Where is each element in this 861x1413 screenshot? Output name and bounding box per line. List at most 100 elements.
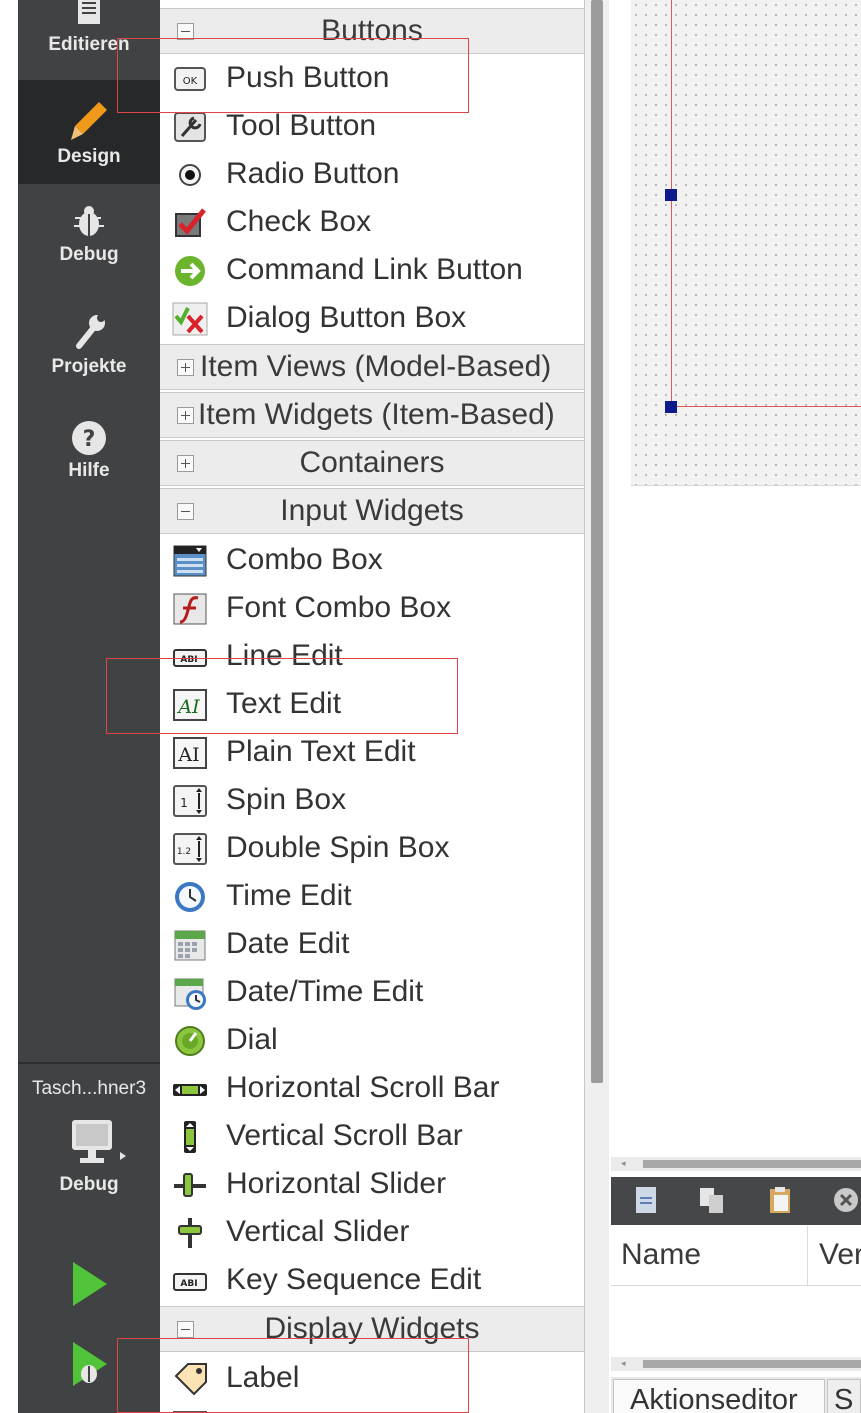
widget-item-date-edit[interactable]: Date Edit — [160, 920, 584, 968]
widget-item-spin-box[interactable]: 1 Spin Box — [160, 776, 584, 824]
action-table-header: Name Ver — [611, 1226, 861, 1286]
widget-box-scrollbar[interactable] — [591, 0, 603, 1083]
widget-item-date-time-edit[interactable]: Date/Time Edit — [160, 968, 584, 1016]
widget-label: Vertical Slider — [226, 1215, 410, 1248]
copy-icon[interactable] — [697, 1185, 727, 1215]
font-combo-box-icon — [173, 593, 207, 625]
widget-item-dial[interactable]: Dial — [160, 1016, 584, 1064]
column-header-text[interactable]: Ver — [819, 1238, 861, 1272]
category-label: Item Widgets (Item-Based) — [198, 398, 555, 431]
widget-item-double-spin-box[interactable]: 1.2 Double Spin Box — [160, 824, 584, 872]
horizontal-scrollbar[interactable]: ◂ — [611, 1357, 861, 1371]
widget-item-vertical-scroll-bar[interactable]: Vertical Scroll Bar — [160, 1112, 584, 1160]
category-item-widgets[interactable]: Item Widgets (Item-Based) — [160, 392, 584, 438]
widget-item-key-sequence-edit[interactable]: ABI Key Sequence Edit — [160, 1256, 584, 1304]
resize-handle[interactable] — [665, 189, 677, 201]
widget-item-font-combo-box[interactable]: Font Combo Box — [160, 584, 584, 632]
widget-item-time-edit[interactable]: Time Edit — [160, 872, 584, 920]
build-mode-label: Debug — [59, 1174, 119, 1195]
widget-label: Date Edit — [226, 927, 350, 960]
mode-edit[interactable]: Editieren — [18, 0, 160, 80]
column-header-name[interactable]: Name — [621, 1238, 701, 1272]
mode-projects[interactable]: Projekte — [18, 312, 160, 408]
spin-box-icon: 1 — [173, 785, 207, 817]
category-containers[interactable]: Containers — [160, 440, 584, 486]
vertical-scrollbar-icon — [184, 1121, 196, 1153]
category-input-widgets[interactable]: Input Widgets — [160, 488, 584, 534]
svg-text:1.2: 1.2 — [177, 847, 191, 857]
widget-label: Horizontal Scroll Bar — [226, 1071, 500, 1104]
tab-signals-slots[interactable]: S — [827, 1379, 861, 1413]
widget-label: Label — [226, 1361, 300, 1394]
widget-label: Tool Button — [226, 109, 377, 142]
run-button[interactable] — [18, 1260, 160, 1320]
pencil-icon — [71, 102, 107, 140]
clock-icon — [175, 882, 205, 912]
widget-item-horizontal-slider[interactable]: Horizontal Slider — [160, 1160, 584, 1208]
mode-debug[interactable]: Debug — [18, 204, 160, 300]
form-border — [671, 0, 672, 406]
widget-item-tool-button[interactable]: Tool Button — [160, 102, 584, 150]
mode-help-label: Hilfe — [68, 460, 110, 481]
resize-handle[interactable] — [665, 401, 677, 413]
svg-text:AI: AI — [176, 696, 200, 718]
tool-button-icon — [174, 112, 206, 142]
wrench-icon — [76, 314, 105, 349]
action-editor-toolbar — [611, 1177, 861, 1225]
widget-item-vertical-slider[interactable]: Vertical Slider — [160, 1208, 584, 1256]
widget-item-label[interactable]: Label — [160, 1354, 584, 1402]
widget-item-line-edit[interactable]: ABI Line Edit — [160, 632, 584, 680]
widget-label: Key Sequence Edit — [226, 1263, 482, 1296]
delete-icon[interactable] — [831, 1185, 861, 1215]
svg-text:ABI: ABI — [180, 655, 197, 665]
category-label: Buttons — [321, 14, 423, 47]
paste-icon[interactable] — [765, 1185, 795, 1215]
plain-text-edit-icon: AI — [173, 737, 207, 769]
widget-label: Push Button — [226, 61, 390, 94]
widget-item-check-box[interactable]: Check Box — [160, 198, 584, 246]
svg-text:ABI: ABI — [180, 1279, 197, 1289]
widget-label: Date/Time Edit — [226, 975, 424, 1008]
category-display-widgets[interactable]: Display Widgets — [160, 1306, 584, 1352]
widget-label: Command Link Button — [226, 253, 523, 286]
category-buttons[interactable]: Buttons — [160, 8, 584, 54]
project-name: Tasch...hner3 — [31, 1078, 147, 1099]
tab-action-editor[interactable]: Aktionseditor — [613, 1379, 825, 1413]
widget-label: Check Box — [226, 205, 372, 238]
category-item-views[interactable]: Item Views (Model-Based) — [160, 344, 584, 390]
form-border — [671, 406, 861, 407]
widget-item-radio-button[interactable]: Radio Button — [160, 150, 584, 198]
category-label: Input Widgets — [280, 494, 464, 527]
form-canvas[interactable] — [631, 0, 861, 486]
new-action-icon[interactable] — [631, 1185, 661, 1215]
mode-design-label: Design — [57, 146, 121, 167]
horizontal-scrollbar[interactable]: ◂ — [611, 1157, 861, 1171]
horizontal-scrollbar-icon — [173, 1084, 207, 1096]
widget-item-command-link-button[interactable]: Command Link Button — [160, 246, 584, 294]
debug-run-button[interactable] — [18, 1340, 160, 1413]
bug-icon — [74, 206, 104, 236]
mode-help[interactable]: ? Hilfe — [18, 420, 160, 510]
expand-icon[interactable] — [177, 359, 194, 376]
widget-item-horizontal-scroll-bar[interactable]: Horizontal Scroll Bar — [160, 1064, 584, 1112]
label-tag-icon — [174, 1363, 207, 1396]
widget-item-plain-text-edit[interactable]: AI Plain Text Edit — [160, 728, 584, 776]
calendar-icon — [174, 930, 206, 961]
widget-item-push-button[interactable]: OK Push Button — [160, 54, 584, 102]
mode-design[interactable]: Design — [18, 80, 160, 184]
document-icon — [78, 0, 100, 24]
mode-projects-label: Projekte — [51, 356, 127, 377]
kit-selector[interactable]: Debug — [18, 1118, 160, 1218]
widget-label: Line Edit — [226, 639, 343, 672]
expand-icon[interactable] — [177, 407, 194, 424]
widget-item-dialog-button-box[interactable]: Dialog Button Box — [160, 294, 584, 342]
widget-item-text-edit[interactable]: AI Text Edit — [160, 680, 584, 728]
widget-item-next[interactable] — [160, 1402, 584, 1413]
widget-label: Double Spin Box — [226, 831, 450, 864]
push-button-icon: OK — [174, 67, 206, 91]
help-icon: ? — [72, 421, 106, 455]
widget-item-combo-box[interactable]: Combo Box — [160, 536, 584, 584]
line-edit-icon: ABI — [173, 649, 207, 667]
double-spin-box-icon: 1.2 — [173, 833, 207, 865]
widget-label: Font Combo Box — [226, 591, 452, 624]
